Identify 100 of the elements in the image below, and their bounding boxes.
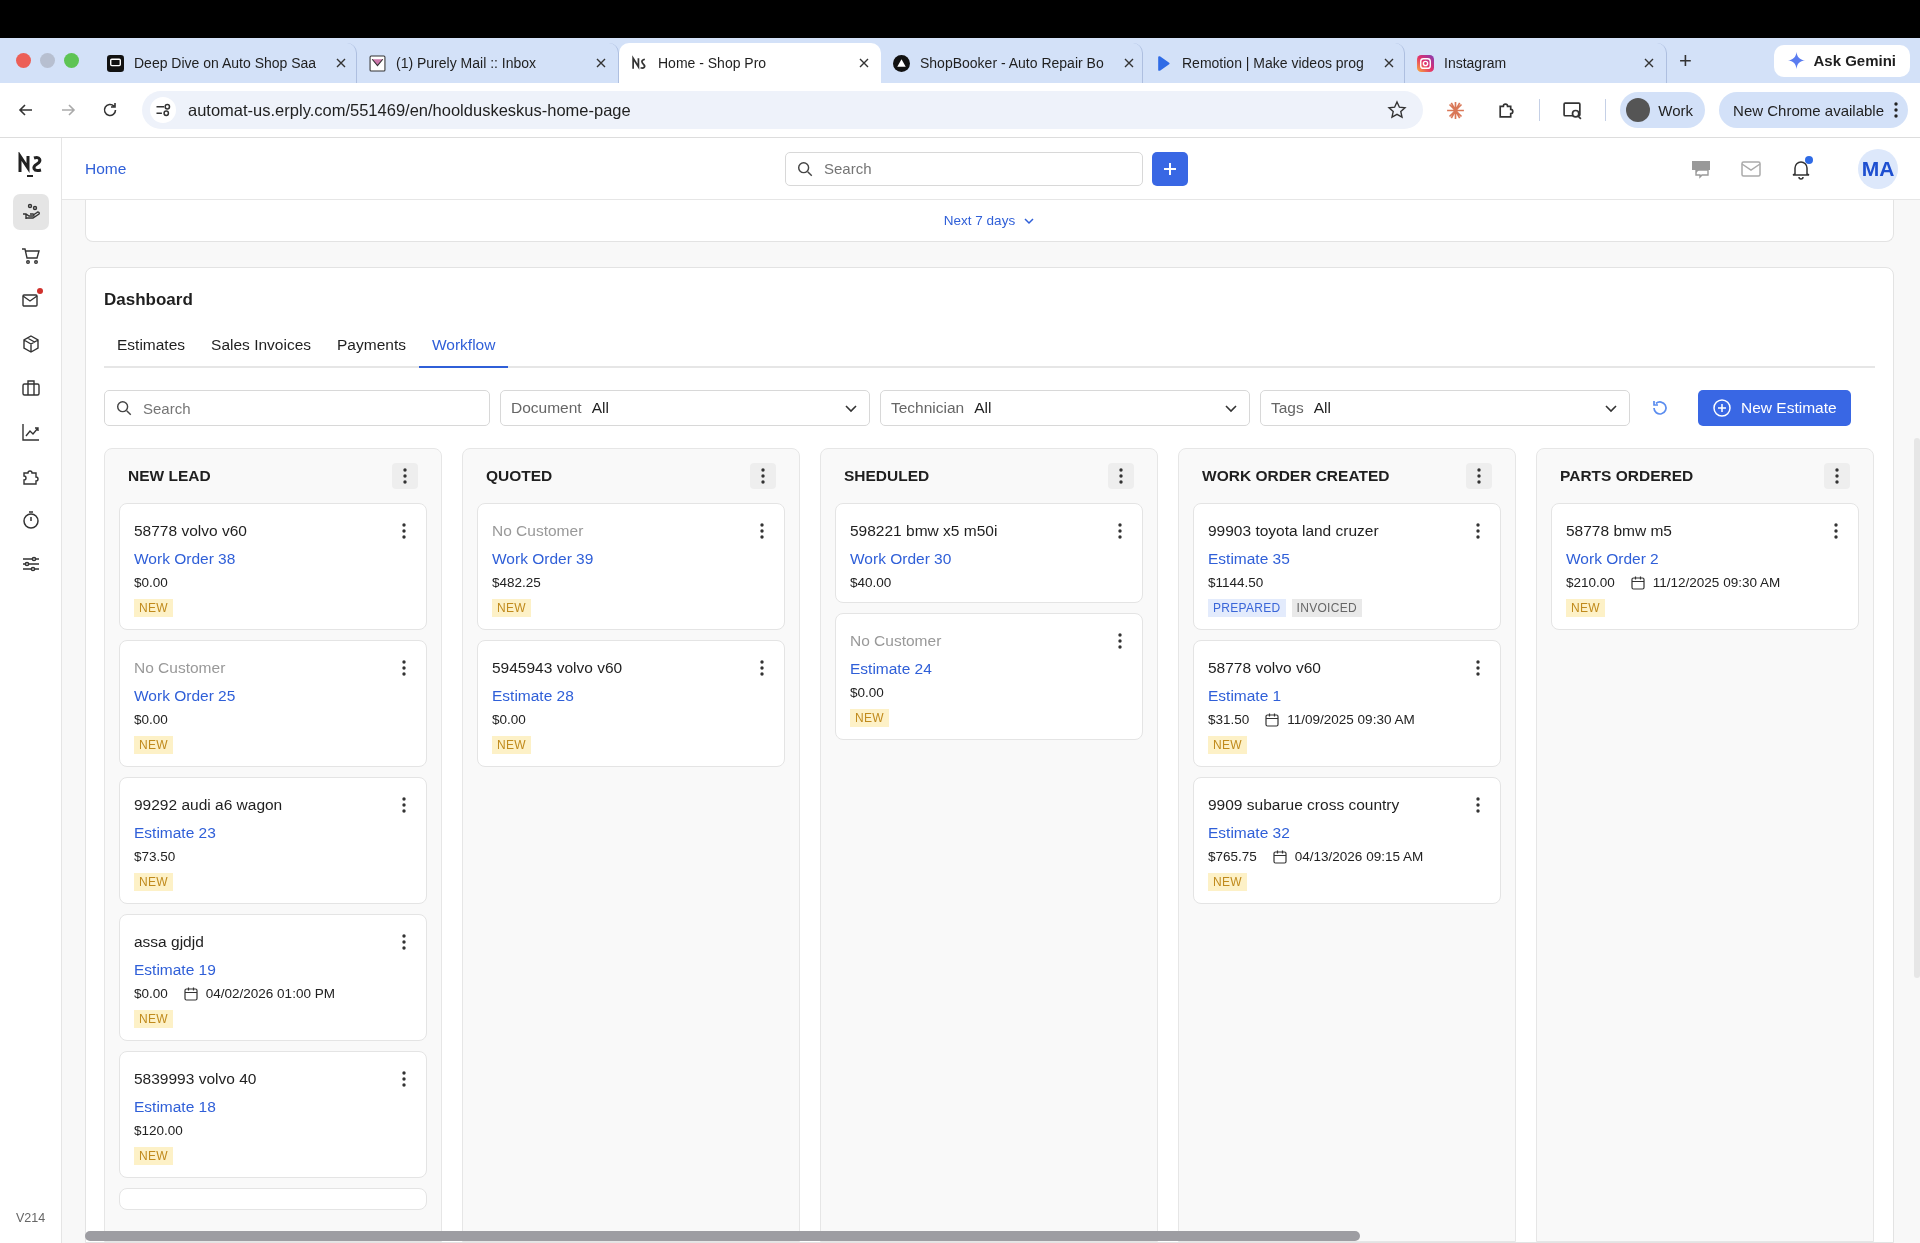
document-link[interactable]: Estimate 35 — [1208, 550, 1290, 568]
box-icon — [20, 334, 41, 354]
logo-icon — [631, 54, 648, 72]
workflow-card[interactable]: assa gjdjd Estimate 19 $0.00 04/02/2026 01:00 PM NEW — [119, 914, 427, 1041]
more-icon[interactable] — [402, 1071, 406, 1087]
more-icon[interactable] — [402, 934, 406, 950]
dashboard-tab[interactable]: Payments — [324, 330, 419, 368]
more-icon[interactable] — [1834, 523, 1838, 539]
browser-tab[interactable]: (1) Purely Mail :: Inbox — [357, 43, 619, 83]
more-icon — [1477, 468, 1481, 484]
column-menu-button[interactable] — [392, 463, 418, 489]
document-link[interactable]: Work Order 2 — [1566, 550, 1659, 568]
filter-dropdown[interactable]: Document All — [500, 390, 870, 426]
status-tag: PREPARED — [1208, 599, 1286, 617]
search-field[interactable]: Search — [104, 390, 490, 426]
dashboard-tab[interactable]: Sales Invoices — [198, 330, 324, 368]
gemini-button[interactable]: Ask Gemini — [1774, 44, 1910, 77]
new-estimate-button[interactable]: New Estimate — [1698, 390, 1851, 426]
user-avatar[interactable]: MA — [1858, 148, 1898, 189]
column-menu-button[interactable] — [750, 463, 776, 489]
more-icon[interactable] — [402, 797, 406, 813]
status-tag: NEW — [492, 736, 531, 754]
document-link[interactable]: Work Order 25 — [134, 687, 236, 705]
document-link[interactable]: Estimate 28 — [492, 687, 574, 705]
update-button[interactable]: New Chrome available — [1719, 92, 1908, 128]
status-tag: NEW — [134, 599, 173, 617]
document-link[interactable]: Work Order 38 — [134, 550, 236, 568]
asterisk-icon[interactable] — [1445, 99, 1467, 121]
dashboard-title: Dashboard — [104, 290, 194, 310]
version-label: V214 — [15, 1211, 46, 1225]
browser-tab[interactable]: Home - Shop Pro — [619, 43, 881, 83]
more-icon[interactable] — [760, 660, 764, 676]
envelope-icon — [369, 54, 386, 72]
browser-tab[interactable]: Deep Dive on Auto Shop Saa — [95, 43, 357, 83]
dashboard-tab[interactable]: Estimates — [104, 330, 199, 368]
workflow-card[interactable]: 99903 toyota land cruzer Estimate 35 $1144.50 PREPARED INVOICED — [1193, 503, 1501, 630]
document-link[interactable]: Estimate 18 — [134, 1098, 216, 1116]
close-icon[interactable] — [336, 58, 347, 68]
more-icon[interactable] — [402, 523, 406, 539]
workflow-card[interactable]: 58778 bmw m5 Work Order 2 $210.00 11/12/2025 09:30 AM NEW — [1551, 503, 1859, 630]
column-menu-button[interactable] — [1824, 463, 1850, 489]
filter-dropdown[interactable]: Technician All — [880, 390, 1250, 426]
workflow-card[interactable]: No Customer Estimate 24 $0.00 NEW — [835, 613, 1143, 740]
new-tab-button[interactable]: + — [1679, 47, 1692, 74]
document-link[interactable]: Work Order 39 — [492, 550, 594, 568]
close-window-button[interactable] — [16, 53, 31, 68]
amount: $0.00 — [492, 712, 526, 727]
workflow-card[interactable]: 58778 volvo v60 Work Order 38 $0.00 NEW — [119, 503, 427, 630]
workflow-card[interactable]: 5945943 volvo v60 Estimate 28 $0.00 NEW — [477, 640, 785, 767]
profile-button[interactable]: Work — [1620, 92, 1706, 128]
range-dropdown[interactable]: Next 7 days — [937, 212, 1042, 229]
close-icon[interactable] — [596, 58, 606, 68]
close-icon[interactable] — [1123, 58, 1134, 68]
workflow-card[interactable]: 9909 subarue cross country Estimate 32 $765.75 04/13/2026 09:15 AM NEW — [1193, 777, 1501, 904]
column-menu-button[interactable] — [1108, 463, 1134, 489]
cart-icon — [20, 246, 41, 266]
document-link[interactable]: Estimate 32 — [1208, 824, 1290, 842]
search-field[interactable]: Search — [785, 151, 1143, 186]
filter-label: Tags — [1271, 399, 1304, 417]
more-icon[interactable] — [1476, 660, 1480, 676]
browser-tab[interactable]: ShopBooker - Auto Repair Bo — [881, 43, 1143, 83]
workflow-card[interactable]: 598221 bmw x5 m50i Work Order 30 $40.00 — [835, 503, 1143, 603]
more-icon[interactable] — [402, 660, 406, 676]
line-chart-icon — [20, 422, 41, 442]
workflow-card[interactable]: No Customer Work Order 25 $0.00 NEW — [119, 640, 427, 767]
more-icon[interactable] — [760, 523, 764, 539]
document-link[interactable]: Estimate 23 — [134, 824, 216, 842]
close-icon[interactable] — [1383, 58, 1394, 68]
workflow-card[interactable]: 5839993 volvo 40 Estimate 18 $120.00 NEW — [119, 1051, 427, 1178]
tab-title: ShopBooker - Auto Repair Bo — [920, 55, 1104, 71]
more-icon[interactable] — [1118, 633, 1122, 649]
workflow-card[interactable]: 99292 audi a6 wagon Estimate 23 $73.50 NEW — [119, 777, 427, 904]
document-link[interactable]: Estimate 1 — [1208, 687, 1282, 705]
more-icon[interactable] — [1476, 797, 1480, 813]
document-link[interactable]: Estimate 19 — [134, 961, 216, 979]
amount: $0.00 — [134, 712, 168, 727]
close-icon[interactable] — [859, 58, 869, 68]
search-input[interactable]: Search — [141, 398, 479, 418]
browser-tab[interactable]: Remotion | Make videos prog — [1143, 43, 1405, 83]
reset-icon[interactable] — [1650, 398, 1670, 418]
document-link[interactable]: Work Order 30 — [850, 550, 952, 568]
breadcrumb-link[interactable]: Home — [85, 159, 785, 178]
more-icon[interactable] — [1476, 523, 1480, 539]
dashboard-tab[interactable]: Workflow — [418, 330, 509, 368]
more-icon[interactable] — [1118, 523, 1122, 539]
document-link[interactable]: Estimate 24 — [850, 660, 932, 678]
close-icon[interactable] — [1644, 58, 1654, 68]
scrollbar-thumb[interactable] — [85, 1231, 1360, 1241]
column-menu-button[interactable] — [1466, 463, 1492, 489]
browser-tab[interactable]: Instagram — [1405, 43, 1667, 83]
search-input[interactable]: Search — [822, 159, 1132, 178]
address-bar[interactable]: automat-us.erply.com/551469/en/hoolduskeskus-home-page — [142, 91, 1424, 129]
add-button[interactable] — [1152, 151, 1188, 186]
customer-name: No Customer — [134, 659, 226, 677]
filter-dropdown[interactable]: Tags All — [1260, 390, 1630, 426]
screen-search-icon[interactable] — [1562, 99, 1584, 121]
workflow-card[interactable]: 58778 volvo v60 Estimate 1 $31.50 11/09/2025 09:30 AM NEW — [1193, 640, 1501, 767]
workflow-card[interactable]: No Customer Work Order 39 $482.25 NEW — [477, 503, 785, 630]
sidebar-item[interactable] — [12, 194, 49, 230]
appointment-date: 11/12/2025 09:30 AM — [1652, 575, 1781, 590]
